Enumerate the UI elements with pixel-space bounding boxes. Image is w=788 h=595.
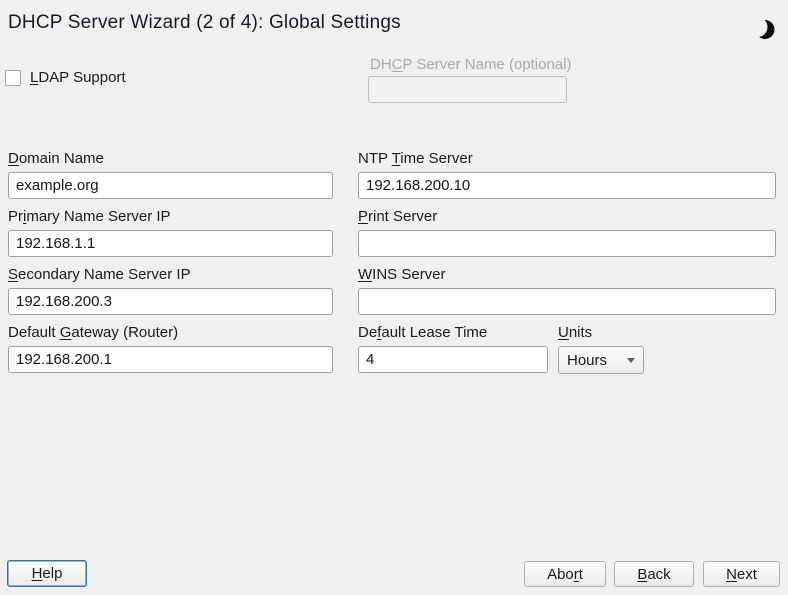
crescent-moon-icon: [755, 18, 775, 41]
secondary-name-server-input[interactable]: [8, 288, 333, 315]
ldap-support-checkbox[interactable]: [5, 70, 21, 86]
units-selected-value: Hours: [567, 352, 621, 369]
default-lease-time-input[interactable]: [358, 346, 548, 373]
secondary-name-server-label: Secondary Name Server IP: [8, 266, 191, 283]
dhcp-server-name-input: [368, 76, 567, 103]
page-title: DHCP Server Wizard (2 of 4): Global Sett…: [8, 12, 401, 34]
ldap-support-label: LDAP Support: [30, 69, 126, 86]
back-button[interactable]: Back: [614, 561, 694, 587]
abort-button[interactable]: Abort: [524, 561, 606, 587]
default-lease-time-label: Default Lease Time: [358, 324, 487, 341]
chevron-down-icon: [627, 358, 635, 363]
ntp-time-server-input[interactable]: [358, 172, 776, 199]
wins-server-label: WINS Server: [358, 266, 446, 283]
default-gateway-input[interactable]: [8, 346, 333, 373]
print-server-input[interactable]: [358, 230, 776, 257]
next-button[interactable]: Next: [703, 561, 780, 587]
primary-name-server-input[interactable]: [8, 230, 333, 257]
domain-name-input[interactable]: [8, 172, 333, 199]
units-dropdown[interactable]: Hours: [558, 346, 644, 374]
domain-name-label: Domain Name: [8, 150, 104, 167]
primary-name-server-label: Primary Name Server IP: [8, 208, 171, 225]
help-button[interactable]: Help: [7, 560, 87, 587]
dhcp-server-name-label: DHCP Server Name (optional): [370, 56, 571, 73]
default-gateway-label: Default Gateway (Router): [8, 324, 178, 341]
ntp-time-server-label: NTP Time Server: [358, 150, 473, 167]
print-server-label: Print Server: [358, 208, 437, 225]
dhcp-wizard-dialog: DHCP Server Wizard (2 of 4): Global Sett…: [0, 0, 788, 595]
wins-server-input[interactable]: [358, 288, 776, 315]
ldap-support-option[interactable]: LDAP Support: [5, 69, 126, 86]
units-label: Units: [558, 324, 592, 341]
